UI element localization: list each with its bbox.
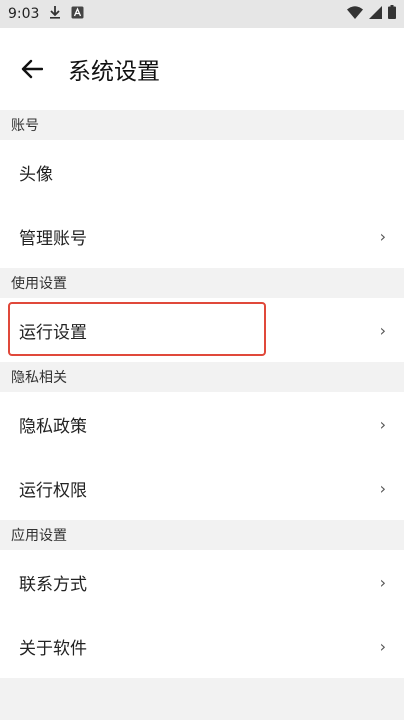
arrow-left-icon: [21, 59, 43, 79]
settings-item-label: 运行权限: [19, 480, 87, 501]
chevron-right-icon: ›: [379, 320, 386, 340]
chevron-right-icon: ›: [379, 226, 386, 246]
section-header-account: 账号: [0, 110, 404, 140]
chevron-right-icon: ›: [379, 636, 386, 656]
section-header-app: 应用设置: [0, 520, 404, 550]
status-left: 9:03: [8, 5, 84, 23]
signal-icon: [369, 5, 382, 23]
chevron-right-icon: ›: [379, 478, 386, 498]
wifi-icon: [347, 5, 363, 23]
download-icon: [49, 5, 61, 23]
app-bar: 系统设置: [0, 28, 404, 110]
back-button[interactable]: [18, 55, 46, 83]
settings-item-avatar[interactable]: 头像: [0, 140, 404, 204]
status-time: 9:03: [8, 6, 40, 22]
status-bar: 9:03: [0, 0, 404, 28]
settings-item-about[interactable]: 关于软件 ›: [0, 614, 404, 678]
section-header-usage: 使用设置: [0, 268, 404, 298]
settings-item-run-settings[interactable]: 运行设置 ›: [0, 298, 404, 362]
chevron-right-icon: ›: [379, 414, 386, 434]
settings-item-label: 管理账号: [19, 228, 87, 249]
app-a-icon: [71, 6, 84, 23]
status-right: [347, 5, 396, 23]
chevron-right-icon: ›: [379, 572, 386, 592]
battery-icon: [388, 5, 396, 23]
settings-item-label: 隐私政策: [19, 416, 87, 437]
page-title: 系统设置: [68, 59, 160, 85]
settings-item-contact[interactable]: 联系方式 ›: [0, 550, 404, 614]
settings-item-label: 运行设置: [19, 322, 87, 343]
settings-item-manage-account[interactable]: 管理账号 ›: [0, 204, 404, 268]
settings-item-label: 联系方式: [19, 574, 87, 595]
settings-item-privacy-policy[interactable]: 隐私政策 ›: [0, 392, 404, 456]
settings-item-run-permissions[interactable]: 运行权限 ›: [0, 456, 404, 520]
section-header-privacy: 隐私相关: [0, 362, 404, 392]
settings-item-label: 关于软件: [19, 638, 87, 659]
settings-item-label: 头像: [19, 164, 53, 185]
